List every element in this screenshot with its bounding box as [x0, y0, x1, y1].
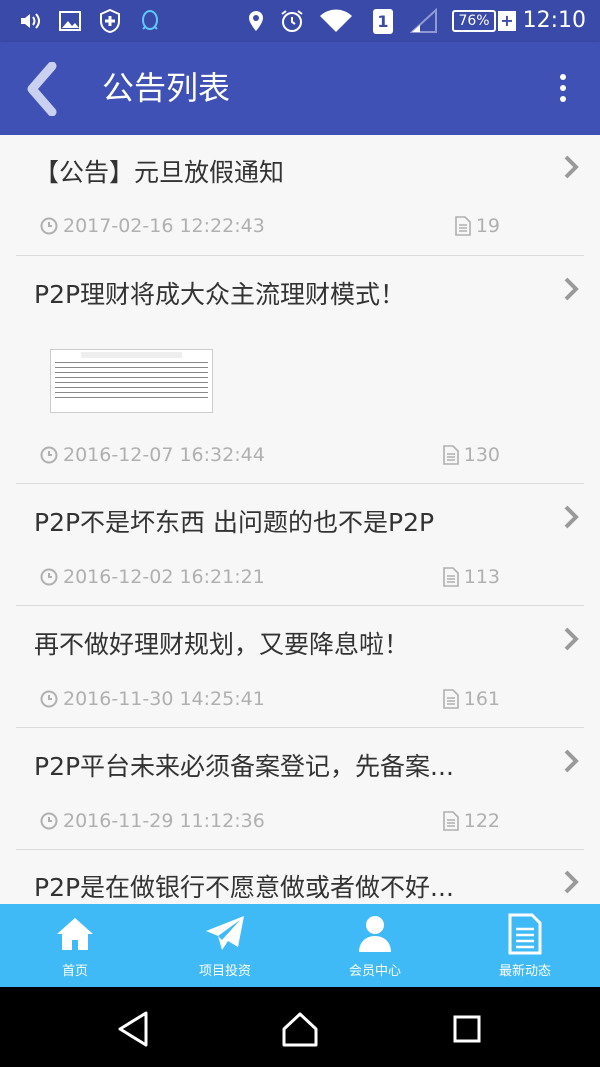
document-icon: [455, 216, 471, 236]
article-thumbnail: [50, 349, 213, 413]
item-title: 再不做好理财规划，又要降息啦！: [34, 630, 410, 659]
status-bar: 1 76% + 12:10: [0, 0, 600, 42]
item-title: P2P是在做银行不愿意做或者做不好...: [34, 873, 454, 902]
clock-icon: [40, 446, 58, 464]
item-time: 2016-11-29 11:12:36: [40, 810, 265, 832]
recents-square-icon[interactable]: [447, 1009, 487, 1049]
document-icon: [442, 811, 459, 831]
page-title: 公告列表: [102, 69, 231, 107]
system-nav-bar: [0, 987, 600, 1067]
document-icon: [508, 912, 542, 956]
wifi-icon: [316, 0, 356, 42]
charging-icon: +: [498, 11, 516, 31]
nav-news[interactable]: 最新动态: [450, 904, 600, 987]
item-time: 2016-12-02 16:21:21: [40, 566, 265, 588]
item-time: 2017-02-16 12:22:43: [40, 215, 265, 237]
item-view-count: 19: [455, 215, 500, 237]
qq-icon: [136, 0, 164, 42]
battery-indicator: 76%: [452, 10, 496, 32]
clock-icon: [40, 690, 58, 708]
item-view-count: 161: [442, 688, 500, 710]
more-vert-icon[interactable]: [548, 70, 578, 106]
item-time: 2016-11-30 14:25:41: [40, 688, 265, 710]
chevron-right-icon: [564, 749, 579, 773]
nav-label: 会员中心: [348, 964, 401, 979]
chevron-right-icon: [564, 277, 579, 301]
nav-member[interactable]: 会员中心: [300, 904, 450, 987]
nav-home[interactable]: 首页: [0, 904, 150, 987]
app-bar: 公告列表: [0, 42, 600, 135]
bottom-nav: 首页 项目投资 会员中心 最新动态: [0, 904, 600, 987]
status-time: 12:10: [522, 8, 586, 33]
chevron-left-icon: [27, 61, 57, 117]
list-item[interactable]: 再不做好理财规划，又要降息啦！ 2016-11-30 14:25:41 161: [16, 606, 584, 728]
chevron-right-icon: [564, 155, 579, 179]
back-button[interactable]: [22, 61, 72, 117]
item-view-count: 113: [442, 566, 500, 588]
signal-icon: [408, 0, 440, 42]
document-icon: [442, 445, 459, 465]
location-icon: [244, 0, 268, 42]
list-item[interactable]: P2P是在做银行不愿意做或者做不好...: [16, 850, 584, 904]
list-item[interactable]: P2P平台未来必须备案登记，先备案... 2016-11-29 11:12:36…: [16, 728, 584, 850]
nav-investment[interactable]: 项目投资: [150, 904, 300, 987]
shield-icon: [96, 0, 124, 42]
user-icon: [357, 912, 393, 956]
nav-label: 项目投资: [198, 964, 251, 979]
clock-icon: [40, 812, 58, 830]
item-view-count: 122: [442, 810, 500, 832]
list-item[interactable]: 【公告】元旦放假通知 2017-02-16 12:22:43 19: [16, 135, 584, 256]
list-item[interactable]: P2P不是坏东西 出问题的也不是P2P 2016-12-02 16:21:21 …: [16, 484, 584, 606]
nav-label: 首页: [61, 964, 88, 979]
item-title: P2P不是坏东西 出问题的也不是P2P: [34, 508, 435, 537]
item-title: P2P平台未来必须备案登记，先备案...: [34, 752, 454, 781]
home-icon: [55, 912, 95, 956]
home-circle-icon[interactable]: [280, 1009, 320, 1049]
clock-icon: [40, 217, 58, 235]
sim-badge: 1: [373, 9, 393, 34]
document-icon: [442, 689, 459, 709]
item-title: 【公告】元旦放假通知: [34, 158, 285, 187]
paper-plane-icon: [204, 912, 246, 956]
list-item[interactable]: P2P理财将成大众主流理财模式！ 2016-12-07 16:32:44 130: [16, 256, 584, 484]
image-icon: [56, 0, 84, 42]
clock-icon: [40, 568, 58, 586]
item-view-count: 130: [442, 444, 500, 466]
item-time: 2016-12-07 16:32:44: [40, 444, 265, 466]
alarm-icon: [278, 0, 306, 42]
back-triangle-icon[interactable]: [114, 1009, 154, 1049]
chevron-right-icon: [564, 627, 579, 651]
chevron-right-icon: [564, 870, 579, 894]
nav-label: 最新动态: [498, 964, 551, 979]
chevron-right-icon: [564, 505, 579, 529]
item-title: P2P理财将成大众主流理财模式！: [34, 280, 406, 309]
announcement-list: 【公告】元旦放假通知 2017-02-16 12:22:43 19 P2P理财将…: [0, 135, 600, 904]
volume-icon: [16, 0, 44, 42]
document-icon: [442, 567, 459, 587]
